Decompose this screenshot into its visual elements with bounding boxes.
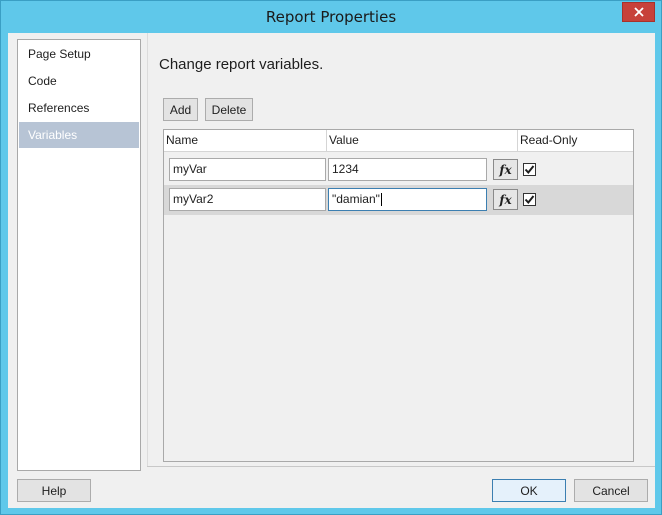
- help-button[interactable]: Help: [17, 479, 91, 502]
- sidebar-nav: Page Setup Code References Variables: [17, 39, 141, 471]
- close-button[interactable]: [622, 2, 655, 22]
- variable-name-input[interactable]: myVar: [169, 158, 326, 181]
- table-row: myVar 1234 fx: [164, 155, 633, 185]
- expression-button[interactable]: fx: [493, 159, 518, 180]
- cancel-button[interactable]: Cancel: [574, 479, 648, 502]
- variable-name-input[interactable]: myVar2: [169, 188, 326, 211]
- close-icon: [633, 7, 644, 17]
- column-header-value: Value: [329, 133, 359, 147]
- checkmark-icon: [524, 195, 535, 205]
- page-title: Change report variables.: [159, 56, 324, 73]
- sidebar-item-references[interactable]: References: [19, 95, 139, 121]
- read-only-checkbox[interactable]: [523, 163, 536, 176]
- table-row: myVar2 "damian" fx: [164, 185, 633, 215]
- sidebar-item-label: Variables: [28, 128, 78, 142]
- sidebar-item-label: Code: [28, 74, 57, 88]
- read-only-checkbox[interactable]: [523, 193, 536, 206]
- expression-button[interactable]: fx: [493, 189, 518, 210]
- column-header-name: Name: [166, 133, 199, 147]
- panel-divider: [147, 33, 148, 467]
- window-title: Report Properties: [265, 8, 397, 26]
- text-caret: [380, 193, 382, 207]
- fx-icon: fx: [499, 192, 512, 207]
- variables-grid: Name Value Read-Only myVar 1234 fx myVar…: [163, 129, 634, 462]
- sidebar-item-label: Page Setup: [28, 47, 91, 61]
- grid-header: Name Value Read-Only: [164, 130, 633, 152]
- ok-button[interactable]: OK: [492, 479, 566, 502]
- sidebar-item-variables[interactable]: Variables: [19, 122, 139, 148]
- column-header-read-only: Read-Only: [520, 133, 578, 147]
- dialog-body: Page Setup Code References Variables Cha…: [8, 33, 655, 508]
- title-bar[interactable]: Report Properties: [1, 1, 661, 33]
- report-properties-dialog: Report Properties Page Setup Code Refere…: [0, 0, 662, 515]
- variable-value-input[interactable]: "damian": [328, 188, 487, 211]
- sidebar-item-code[interactable]: Code: [19, 68, 139, 94]
- add-button[interactable]: Add: [163, 98, 198, 121]
- sidebar-item-label: References: [28, 101, 90, 115]
- variable-value-input[interactable]: 1234: [328, 158, 487, 181]
- fx-icon: fx: [499, 162, 512, 177]
- delete-button[interactable]: Delete: [205, 98, 253, 121]
- footer-divider: [147, 466, 655, 467]
- checkmark-icon: [524, 165, 535, 175]
- sidebar-item-page-setup[interactable]: Page Setup: [19, 41, 139, 67]
- value-text: "damian": [332, 192, 380, 206]
